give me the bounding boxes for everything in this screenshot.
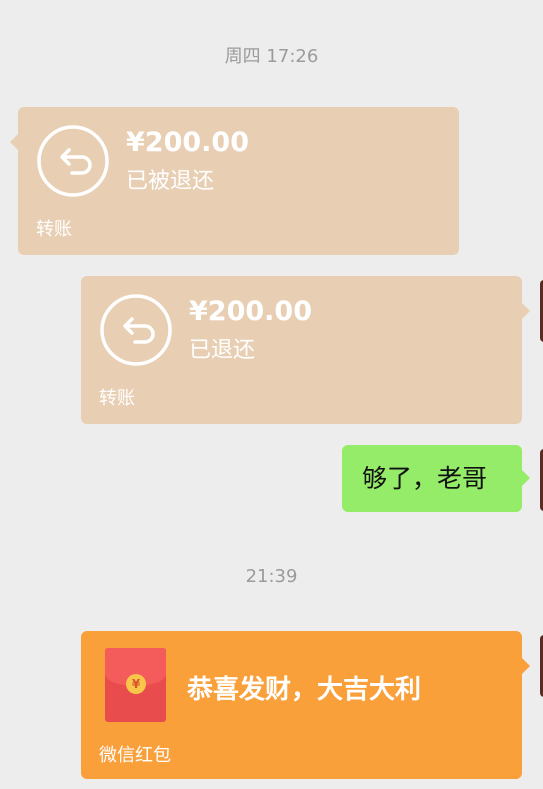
text-message-bubble[interactable]: 够了，老哥 xyxy=(342,445,530,512)
bubble-tail xyxy=(521,657,530,675)
transfer-message-received[interactable]: ¥200.00 已被退还 转账 xyxy=(10,107,459,255)
timestamp: 周四 17:26 xyxy=(224,46,319,67)
refund-arrow-icon xyxy=(100,294,172,366)
transfer-label: 转账 xyxy=(99,388,135,409)
coin-icon: ¥ xyxy=(126,674,146,694)
refund-arrow-icon xyxy=(37,125,109,197)
bubble-tail xyxy=(521,469,530,487)
red-packet-message[interactable]: ¥ 恭喜发财，大吉大利 微信红包 xyxy=(81,631,530,779)
transfer-status: 已被退还 xyxy=(126,169,215,194)
transfer-amount: ¥200.00 xyxy=(189,296,312,327)
transfer-amount: ¥200.00 xyxy=(126,127,249,158)
bubble-tail xyxy=(10,133,19,151)
transfer-label: 转账 xyxy=(36,219,72,240)
timestamp: 21:39 xyxy=(245,566,298,587)
red-envelope-icon: ¥ xyxy=(105,648,166,722)
message-text: 够了，老哥 xyxy=(362,464,488,493)
red-packet-label: 微信红包 xyxy=(99,745,171,766)
bubble-tail xyxy=(521,302,530,320)
transfer-status: 已退还 xyxy=(189,338,256,363)
transfer-message-sent[interactable]: ¥200.00 已退还 转账 xyxy=(81,276,530,424)
red-packet-greeting: 恭喜发财，大吉大利 xyxy=(187,675,422,705)
